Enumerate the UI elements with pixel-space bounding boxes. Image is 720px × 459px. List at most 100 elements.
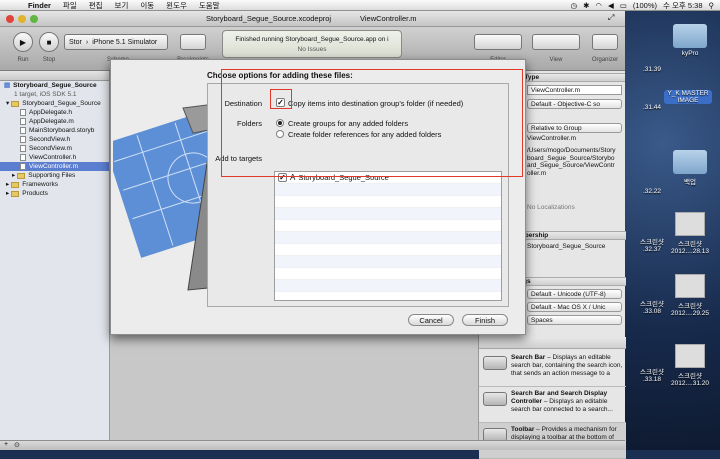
scheme-target: Stor bbox=[69, 38, 82, 46]
header-file-icon bbox=[20, 154, 26, 161]
empty-row bbox=[275, 208, 501, 220]
empty-row bbox=[275, 232, 501, 244]
desktop-folder-icon[interactable]: 백업 bbox=[666, 150, 714, 186]
file-type-popup[interactable]: Default - Objective-C so bbox=[527, 99, 622, 109]
library-item-search-bar[interactable]: Search Bar – Displays an editable search… bbox=[479, 351, 626, 387]
desktop-icon[interactable]: .32.22 bbox=[628, 188, 676, 195]
encoding-popup[interactable]: Default - Unicode (UTF-8) bbox=[527, 289, 622, 299]
battery-percent: (100%) bbox=[632, 1, 658, 10]
activity-status: Finished running Storyboard_Segue_Source… bbox=[235, 36, 389, 43]
activity-viewer: Finished running Storyboard_Segue_Source… bbox=[222, 30, 402, 58]
header-file-icon bbox=[20, 136, 26, 143]
spotlight-icon[interactable]: ⚲ bbox=[709, 1, 715, 10]
desktop-icon[interactable]: .31.44 bbox=[628, 104, 676, 111]
file-row[interactable]: SecondView.h bbox=[0, 135, 109, 144]
menu-file[interactable]: 파일 bbox=[57, 0, 83, 11]
menu-window[interactable]: 윈도우 bbox=[160, 0, 193, 11]
tab-file[interactable]: ViewController.m bbox=[360, 14, 417, 23]
bluetooth-icon[interactable]: ✱ bbox=[583, 1, 589, 10]
file-row[interactable]: MainStoryboard.storyb bbox=[0, 126, 109, 135]
volume-icon[interactable]: ◀ bbox=[608, 1, 614, 10]
desktop-screenshot-icon[interactable]: 스크린샷 2012....31.20 bbox=[666, 344, 714, 387]
header-file-icon bbox=[20, 109, 26, 116]
desktop-screenshot-icon[interactable]: 스크린샷 2012....29.25 bbox=[666, 274, 714, 317]
stop-label: Stop bbox=[42, 57, 56, 63]
file-row-selected[interactable]: ViewController.m bbox=[0, 162, 109, 171]
source-file-icon bbox=[20, 145, 26, 152]
relative-path: ViewController.m bbox=[527, 135, 577, 142]
folder-row[interactable]: ▸ Products bbox=[0, 189, 109, 198]
close-window-button[interactable] bbox=[6, 15, 14, 23]
library-item-search-display-controller[interactable]: Search Bar and Search Display Controller… bbox=[479, 387, 626, 423]
project-subtitle: 1 target, iOS SDK 5.1 bbox=[14, 91, 77, 98]
zoom-window-button[interactable] bbox=[30, 15, 38, 23]
view-label: View bbox=[549, 57, 563, 63]
bottom-filter-bar: + ⊙ bbox=[0, 440, 625, 450]
desktop-disk-image-icon[interactable]: Y_K MASTER IMAGE bbox=[664, 90, 712, 104]
project-icon: ▤ bbox=[4, 82, 11, 89]
file-name-field[interactable]: ViewController.m bbox=[527, 85, 622, 95]
menu-view[interactable]: 보기 bbox=[109, 0, 135, 11]
minimize-window-button[interactable] bbox=[18, 15, 26, 23]
disclosure-closed-icon: ▸ bbox=[12, 172, 16, 179]
empty-row bbox=[275, 280, 501, 292]
run-button[interactable]: ▶ bbox=[13, 32, 33, 52]
editor-mode-control[interactable] bbox=[474, 34, 522, 50]
time-machine-icon[interactable]: ◷ bbox=[571, 1, 578, 10]
menu-go[interactable]: 이동 bbox=[134, 0, 160, 11]
search-bar-thumbnail-icon bbox=[483, 356, 507, 370]
play-icon: ▶ bbox=[19, 37, 27, 47]
targets-list[interactable]: ✓ A Storyboard_Segue_Source bbox=[274, 171, 502, 301]
file-row[interactable]: ViewController.h bbox=[0, 153, 109, 162]
add-file-icon[interactable]: + bbox=[4, 441, 8, 448]
filter-icon[interactable]: ⊙ bbox=[14, 441, 20, 449]
indent-popup[interactable]: Spaces bbox=[527, 315, 622, 325]
scheme-selector[interactable]: Stor › iPhone 5.1 Simulator bbox=[64, 34, 168, 50]
source-file-icon bbox=[20, 118, 26, 125]
stop-button[interactable]: ■ bbox=[39, 32, 59, 52]
folder-row[interactable]: ▸ Supporting Files bbox=[0, 171, 109, 180]
search-controller-thumbnail-icon bbox=[483, 392, 507, 406]
storyboard-file-icon bbox=[20, 127, 26, 134]
file-row[interactable]: AppDelegate.m bbox=[0, 117, 109, 126]
file-row[interactable]: AppDelegate.h bbox=[0, 108, 109, 117]
menu-edit[interactable]: 편집 bbox=[83, 0, 109, 11]
project-row[interactable]: ▤ Storyboard_Segue_Source bbox=[0, 81, 109, 90]
group-row[interactable]: ▾ Storyboard_Segue_Source bbox=[0, 99, 109, 108]
disclosure-closed-icon: ▸ bbox=[6, 181, 10, 188]
menu-finder[interactable]: Finder bbox=[22, 1, 57, 10]
project-navigator: ▤ Storyboard_Segue_Source 1 target, iOS S… bbox=[0, 71, 110, 450]
source-file-icon bbox=[20, 163, 26, 170]
empty-row bbox=[275, 244, 501, 256]
menu-help[interactable]: 도움말 bbox=[193, 0, 226, 11]
scheme-device: iPhone 5.1 Simulator bbox=[92, 38, 158, 46]
menubar-clock[interactable]: 수 오후 5:38 bbox=[663, 0, 702, 11]
fullscreen-icon[interactable]: ⤢ bbox=[608, 13, 614, 23]
disclosure-closed-icon: ▸ bbox=[6, 190, 10, 197]
line-endings-popup[interactable]: Default - Mac OS X / Unic bbox=[527, 302, 622, 312]
desktop-screenshot-icon[interactable]: 스크린샷 2012....28.13 bbox=[666, 212, 714, 255]
folder-icon bbox=[11, 100, 20, 107]
empty-row bbox=[275, 268, 501, 280]
wifi-icon[interactable]: ◠ bbox=[595, 1, 602, 10]
navigator-selector-bar[interactable] bbox=[0, 71, 109, 81]
activity-issues: No Issues bbox=[297, 46, 327, 53]
organizer-label: Organizer bbox=[591, 57, 619, 63]
view-control[interactable] bbox=[532, 34, 580, 50]
stop-icon: ■ bbox=[46, 37, 52, 47]
folder-icon bbox=[17, 172, 26, 179]
tab-project[interactable]: Storyboard_Segue_Source.xcodeproj bbox=[206, 14, 331, 23]
organizer-button[interactable] bbox=[592, 34, 618, 50]
breakpoints-button[interactable] bbox=[180, 34, 206, 50]
folder-icon bbox=[11, 181, 20, 188]
folder-row[interactable]: ▸ Frameworks bbox=[0, 180, 109, 189]
library-selector-bar[interactable] bbox=[479, 337, 626, 349]
highlight-checkbox-box bbox=[270, 89, 292, 109]
desktop-folder-icon[interactable]: kyPro bbox=[666, 24, 714, 57]
battery-icon[interactable]: ▭ bbox=[620, 1, 627, 10]
cancel-button[interactable]: Cancel bbox=[408, 314, 454, 326]
file-row[interactable]: SecondView.m bbox=[0, 144, 109, 153]
finish-button[interactable]: Finish bbox=[462, 314, 508, 326]
localization-status: No Localizations bbox=[527, 204, 575, 211]
location-popup[interactable]: Relative to Group bbox=[527, 123, 622, 133]
